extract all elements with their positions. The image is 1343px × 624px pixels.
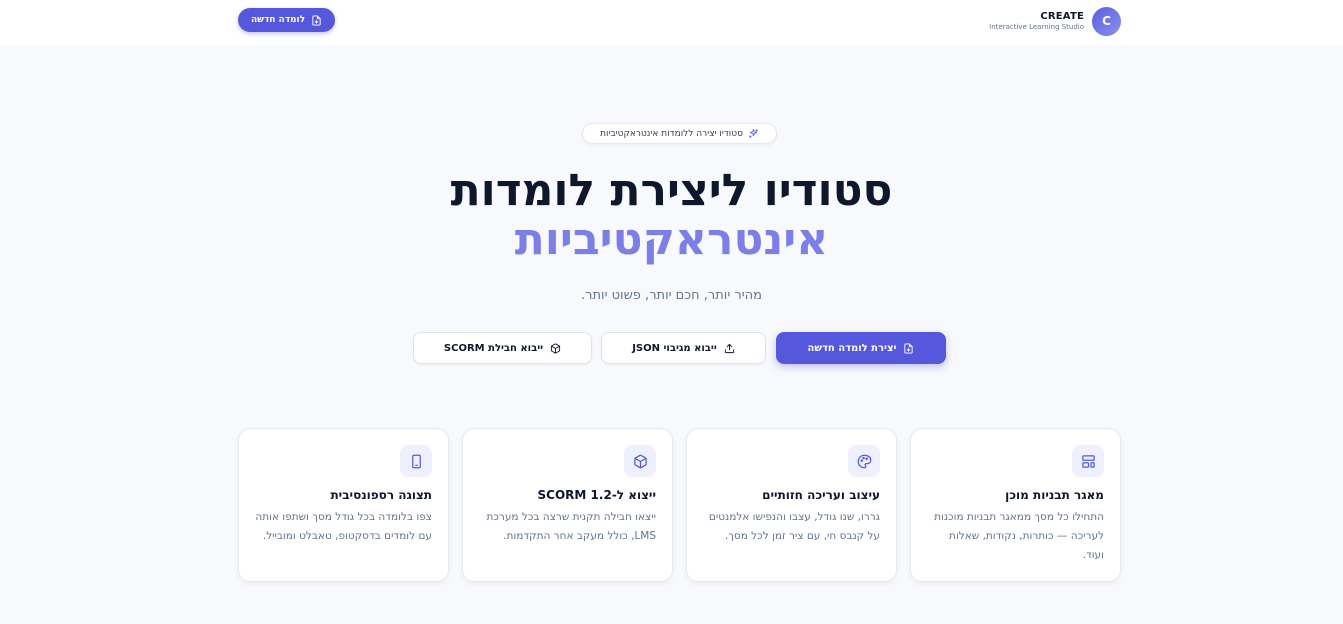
palette-icon bbox=[848, 445, 880, 477]
create-new-lesson-button[interactable]: יצירת לומדה חדשה bbox=[776, 332, 946, 364]
header-new-lesson-label: לומדה חדשה bbox=[250, 15, 306, 25]
feature-title: תצוגה רספונסיבית bbox=[330, 488, 432, 502]
brand-subtitle: Interactive Learning Studio bbox=[989, 22, 1084, 31]
feature-card-scorm-export: ייצוא ל-SCORM 1.2 ייצאו חבילה תקנית שרצה… bbox=[462, 428, 673, 582]
brand[interactable]: CREATE Interactive Learning Studio C bbox=[989, 5, 1121, 37]
file-plus-icon bbox=[903, 342, 914, 354]
import-scorm-label: ייבוא חבילת SCORM bbox=[443, 342, 544, 354]
feature-title: עיצוב ועריכה חזותיים bbox=[762, 488, 880, 502]
feature-card-templates: מאגר תבניות מוכן התחילו כל מסך ממאגר תבנ… bbox=[910, 428, 1121, 582]
feature-title: מאגר תבניות מוכן bbox=[1005, 488, 1104, 502]
header-new-lesson-button[interactable]: לומדה חדשה bbox=[238, 8, 335, 32]
hero-badge-label: סטודיו יצירה ללומדות אינטראקטיביות bbox=[600, 128, 743, 139]
smartphone-icon bbox=[400, 445, 432, 477]
brand-name: CREATE bbox=[1040, 10, 1084, 22]
hero-subtitle: מהיר יותר, חכם יותר, פשוט יותר. bbox=[581, 288, 762, 303]
import-json-button[interactable]: ייבוא מגיבוי JSON bbox=[601, 332, 766, 364]
feature-description: ייצאו חבילה תקנית שרצה בכל מערכת LMS, כו… bbox=[486, 511, 656, 542]
file-plus-icon bbox=[311, 14, 322, 26]
top-bar: CREATE Interactive Learning Studio C לומ… bbox=[0, 0, 1343, 45]
package-icon bbox=[624, 445, 656, 477]
hero-title-line2: אינטראקטיביות bbox=[514, 214, 829, 265]
package-icon bbox=[550, 342, 561, 354]
import-json-label: ייבוא מגיבוי JSON bbox=[632, 342, 717, 354]
layout-template-icon bbox=[1072, 445, 1104, 477]
feature-description: גררו, שנו גודל, עצבו והנפישו אלמנטים על … bbox=[708, 511, 880, 542]
brand-text: CREATE Interactive Learning Studio bbox=[989, 11, 1084, 32]
sparkles-icon bbox=[748, 128, 759, 139]
hero-title-line1: סטודיו ליצירת לומדות bbox=[450, 165, 893, 216]
create-new-lesson-label: יצירת לומדה חדשה bbox=[807, 342, 897, 354]
feature-title: ייצוא ל-SCORM 1.2 bbox=[537, 488, 656, 502]
hero-badge: סטודיו יצירה ללומדות אינטראקטיביות bbox=[582, 123, 777, 144]
upload-icon bbox=[724, 343, 735, 354]
import-scorm-button[interactable]: ייבוא חבילת SCORM bbox=[413, 332, 592, 364]
feature-card-design: עיצוב ועריכה חזותיים גררו, שנו גודל, עצב… bbox=[686, 428, 897, 582]
feature-description: צפו בלומדה בכל גודל מסך ושתפו אותה עם לו… bbox=[255, 511, 432, 542]
brand-logo: C bbox=[1092, 6, 1121, 36]
feature-description: התחילו כל מסך ממאגר תבניות מוכנות לעריכה… bbox=[934, 511, 1104, 561]
feature-card-responsive: תצוגה רספונסיבית צפו בלומדה בכל גודל מסך… bbox=[238, 428, 449, 582]
